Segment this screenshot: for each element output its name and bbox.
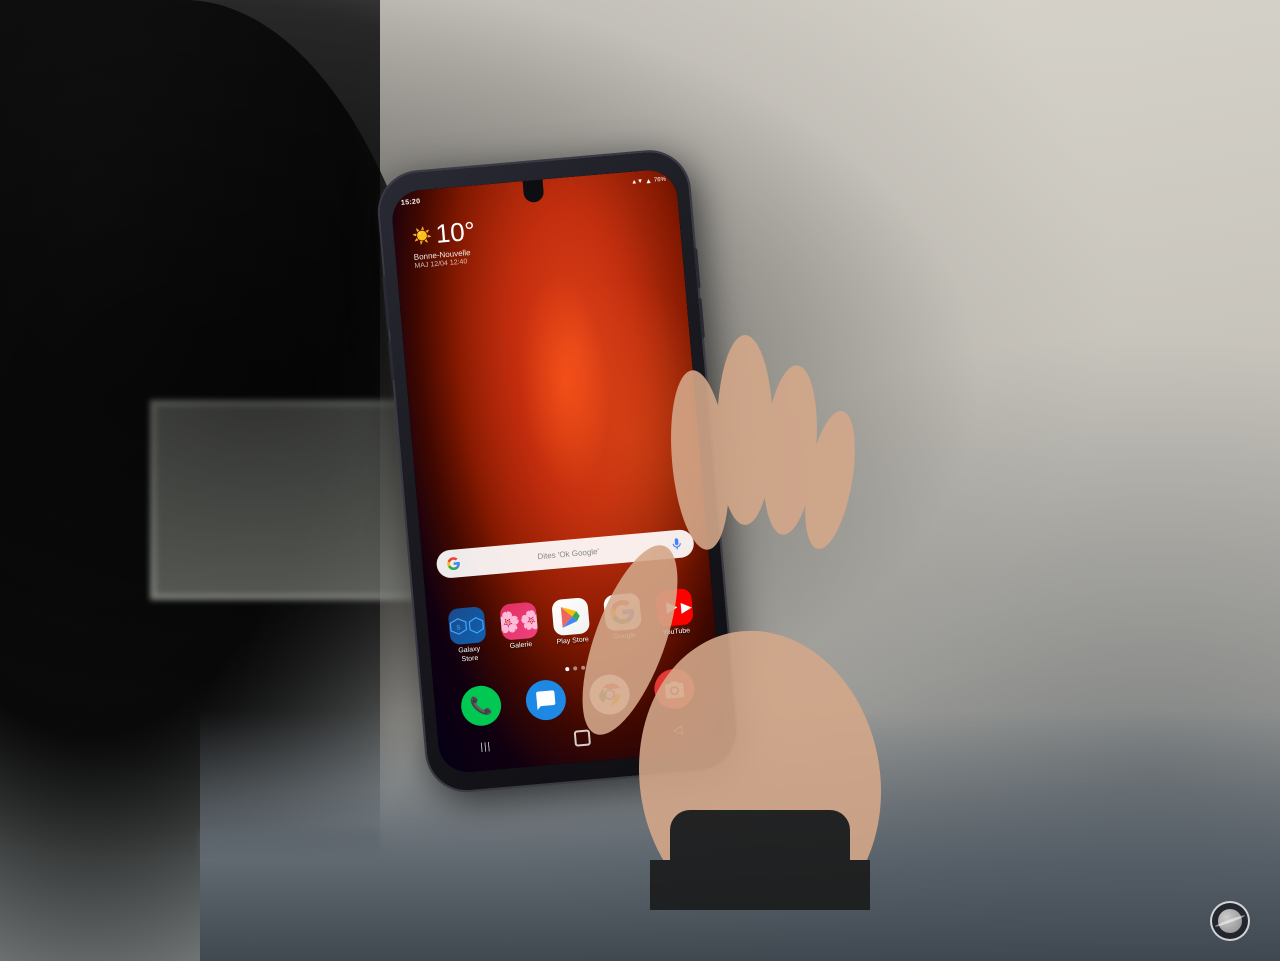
google-logo [608, 598, 636, 626]
phone-device: 15:20 ▲▼ ▲ 76% ☀️ 10° Bonne-Nouvelle MAJ… [377, 149, 740, 794]
nav-home-button[interactable] [573, 729, 590, 746]
app-play-store[interactable]: Play Store [544, 597, 599, 657]
galerie-label: Galerie [509, 641, 532, 651]
google-icon [603, 593, 642, 632]
svg-text:S: S [456, 625, 461, 632]
microphone-icon [669, 537, 684, 552]
page-dot-3 [581, 666, 585, 670]
galaxy-store-label: GalaxyStore [458, 646, 481, 665]
dock-phone-app[interactable]: 📞 [460, 684, 503, 727]
galerie-flower-icon: 🌸 [499, 609, 521, 636]
phone-body: 15:20 ▲▼ ▲ 76% ☀️ 10° Bonne-Nouvelle MAJ… [377, 149, 740, 794]
galaxy-store-logo: S [448, 614, 469, 640]
play-store-logo [558, 604, 584, 630]
status-battery: 76% [654, 177, 666, 184]
site-watermark [1210, 901, 1250, 941]
messages-bubble-icon [534, 688, 558, 712]
play-store-label: Play Store [556, 636, 589, 647]
phone-call-icon: 📞 [469, 694, 493, 717]
status-signal: ▲▼ [631, 179, 643, 186]
dock-messages-app[interactable] [524, 678, 567, 721]
dock-camera-app[interactable] [652, 667, 695, 710]
app-galaxy-store[interactable]: S GalaxyStore [441, 606, 496, 666]
blurred-window [150, 400, 430, 600]
youtube-icon [655, 588, 694, 627]
weather-sun-icon: ☀️ [411, 225, 433, 247]
weather-temperature: ☀️ 10° [411, 216, 477, 252]
page-dot-1 [565, 667, 569, 671]
youtube-label: YouTube [662, 627, 690, 638]
app-youtube[interactable]: YouTube [648, 588, 703, 648]
galerie-icon: 🌸 [499, 602, 538, 641]
bottom-dark-area [200, 711, 1280, 961]
app-galerie[interactable]: 🌸 Galerie [492, 601, 547, 661]
nav-recents-button[interactable]: ||| [480, 741, 492, 753]
planet-logo-icon [1218, 909, 1242, 933]
youtube-logo [656, 597, 682, 619]
phone-screen: 15:20 ▲▼ ▲ 76% ☀️ 10° Bonne-Nouvelle MAJ… [390, 168, 726, 775]
chrome-logo-icon [596, 680, 624, 708]
status-time: 15:20 [401, 198, 421, 207]
galaxy-store-icon: S [448, 606, 487, 645]
weather-widget: ☀️ 10° Bonne-Nouvelle MAJ 12/04 12:40 [411, 216, 478, 270]
status-right-icons: ▲▼ ▲ 76% [631, 176, 666, 186]
nav-back-button[interactable]: ◁ [672, 722, 682, 737]
app-google[interactable]: Google [596, 592, 651, 652]
watermark-circle [1210, 901, 1250, 941]
camera-icon [662, 678, 686, 700]
status-wifi: ▲ [645, 177, 653, 185]
google-logo-icon [446, 556, 461, 571]
page-dot-2 [573, 666, 577, 670]
dock-chrome-app[interactable] [588, 673, 631, 716]
google-label: Google [613, 632, 636, 642]
play-store-icon [551, 597, 590, 636]
